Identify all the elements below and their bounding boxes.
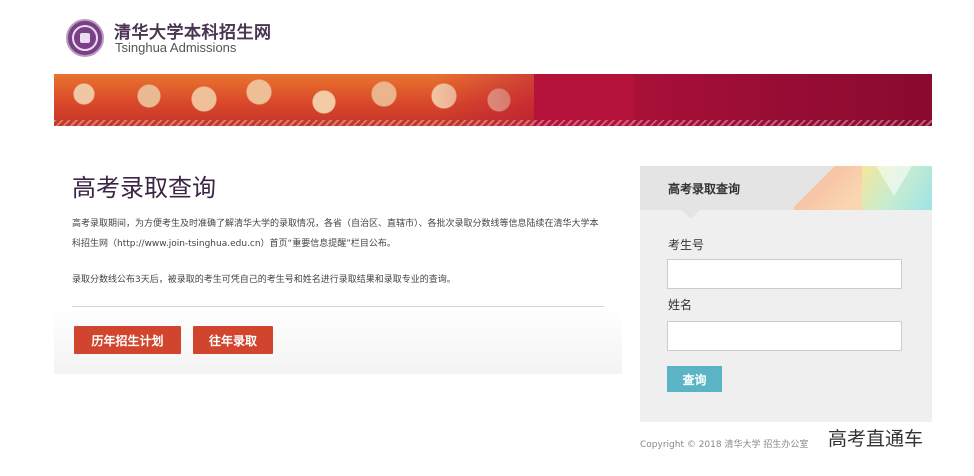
exam-id-label: 考生号 [668, 238, 705, 252]
seal-center [80, 33, 90, 43]
query-submit-button[interactable]: 查询 [667, 366, 722, 392]
name-label: 姓名 [668, 298, 693, 312]
intro-paragraph: 高考录取期间，为方便考生及时准确了解清华大学的录取情况，各省（自治区、直辖市）、… [72, 219, 599, 249]
header-notch [682, 210, 700, 219]
banner-fade [434, 74, 634, 126]
notice-paragraph: 录取分数线公布3天后，被录取的考生可凭自己的考生号和姓名进行录取结果和录取专业的… [72, 275, 456, 285]
copyright-text: Copyright © 2018 清华大学 招生办公室 [640, 440, 809, 450]
query-panel: 高考录取查询 考生号 姓名 查询 [640, 166, 932, 422]
tsinghua-logo-seal[interactable] [66, 19, 104, 57]
name-input[interactable] [667, 321, 902, 351]
main-content: 高考录取查询 高考录取期间，为方便考生及时准确了解清华大学的录取情况，各省（自治… [54, 146, 622, 374]
site-subtitle: Tsinghua Admissions [115, 40, 237, 55]
banner-stripes [54, 120, 932, 126]
past-admissions-button[interactable]: 往年录取 [193, 326, 273, 354]
exam-id-input[interactable] [667, 259, 902, 289]
query-panel-title: 高考录取查询 [668, 182, 741, 196]
site-header: 清华大学本科招生网 Tsinghua Admissions [0, 0, 974, 70]
divider [72, 306, 604, 307]
query-panel-header: 高考录取查询 [640, 166, 932, 210]
watermark-text: 高考直通车 [828, 428, 924, 450]
hero-banner [54, 74, 932, 126]
enrollment-plan-button[interactable]: 历年招生计划 [74, 326, 181, 354]
page-title: 高考录取查询 [72, 174, 216, 202]
header-decoration-triangle [876, 166, 912, 196]
